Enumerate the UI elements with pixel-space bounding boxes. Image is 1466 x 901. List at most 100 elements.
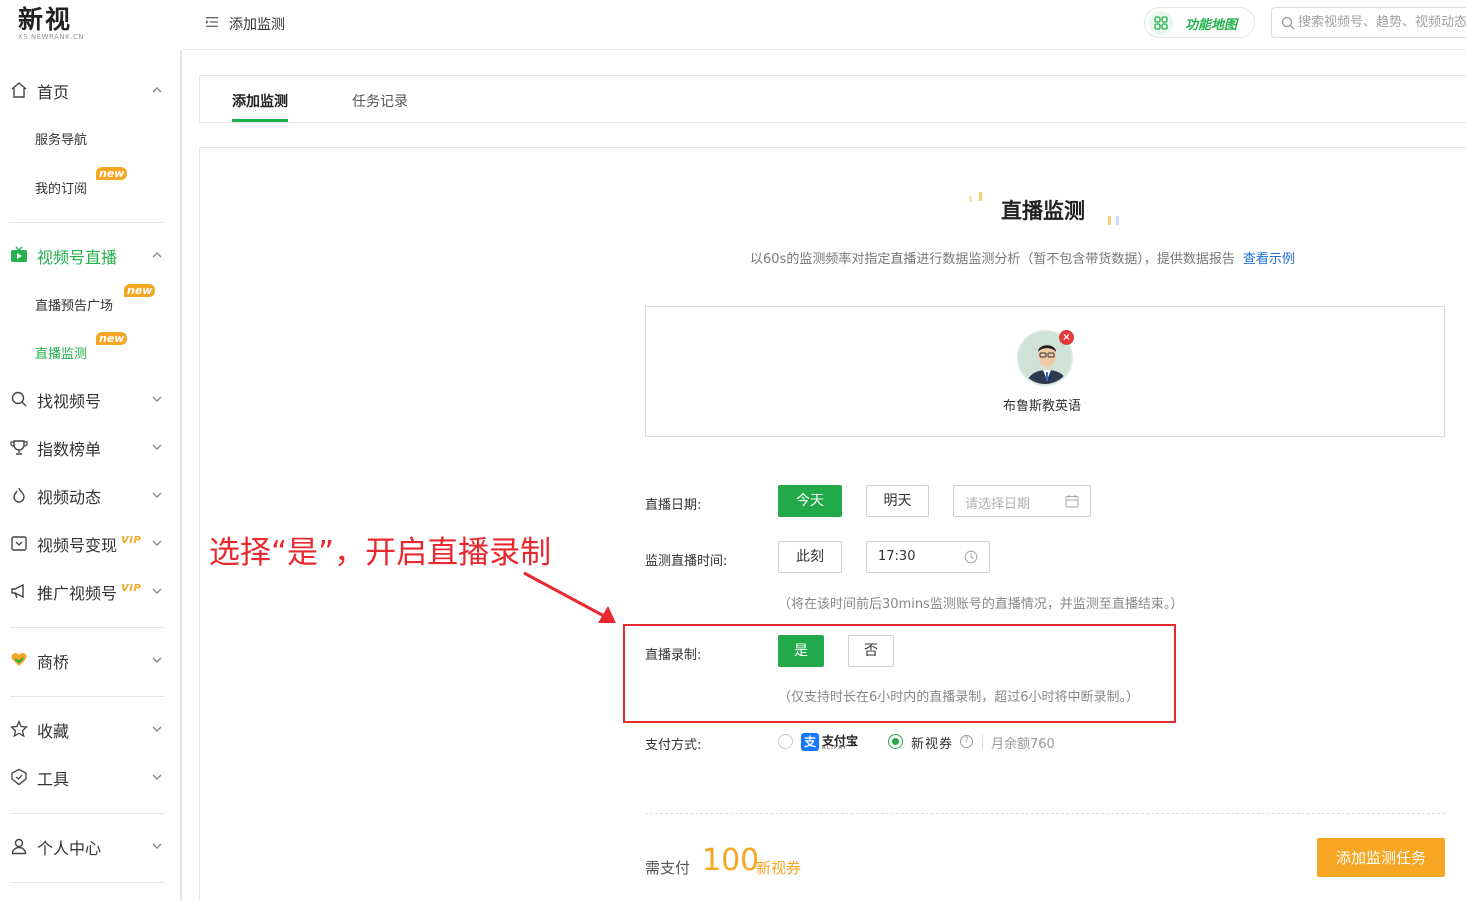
chevron-down-icon — [152, 588, 162, 594]
today-button[interactable]: 今天 — [778, 485, 842, 517]
remove-account-button[interactable]: × — [1059, 330, 1074, 345]
record-no-button[interactable]: 否 — [848, 635, 894, 667]
chevron-down-icon — [152, 843, 162, 849]
sidebar-item-label: 推广视频号 — [37, 584, 118, 603]
sidebar-item-label: 商桥 — [37, 653, 70, 672]
tab-label: 添加监测 — [232, 94, 288, 110]
chevron-up-icon — [152, 87, 162, 93]
chevron-down-icon — [152, 396, 162, 402]
search-box[interactable] — [1271, 7, 1466, 38]
chevron-down-icon — [152, 726, 162, 732]
heart-handshake-icon — [11, 652, 27, 666]
calendar-icon — [1065, 495, 1079, 508]
footer-divider — [645, 813, 1445, 814]
search-input[interactable] — [1298, 8, 1466, 37]
pay-unit: 新视券 — [756, 859, 802, 877]
sidebar-item-label: 视频号直播 — [37, 248, 118, 267]
add-monitor-task-button[interactable]: 添加监测任务 — [1317, 838, 1445, 877]
sidebar-item-find[interactable]: 找视频号 — [0, 381, 180, 417]
alipay-icon: 支 — [801, 733, 819, 751]
tomorrow-button[interactable]: 明天 — [866, 485, 929, 517]
sidebar-item-label: 工具 — [37, 770, 70, 789]
vip-badge: VIP — [121, 535, 142, 546]
alipay-sublabel: ALIPAY — [822, 745, 848, 751]
chevron-down-icon — [152, 540, 162, 546]
tab-label: 任务记录 — [352, 94, 408, 110]
function-map-button[interactable]: 功能地图 — [1144, 7, 1255, 38]
live-date-label: 直播日期: — [645, 498, 702, 513]
date-placeholder: 请选择日期 — [965, 497, 1031, 512]
sidebar-item-tools[interactable]: 工具 — [0, 759, 180, 795]
grid-icon — [1149, 11, 1173, 35]
sidebar-divider — [10, 882, 165, 883]
shield-tool-icon — [11, 768, 27, 786]
search-icon — [11, 391, 27, 407]
chevron-up-icon — [152, 252, 162, 258]
date-picker[interactable]: 请选择日期 — [953, 485, 1091, 517]
sidebar-item-dynamic[interactable]: 视频动态 — [0, 477, 180, 513]
payment-label: 支付方式: — [645, 738, 702, 753]
record-hint: （仅支持时长在6小时内的直播录制，超过6小时将中断录制。） — [778, 690, 1140, 705]
sidebar-item-label: 指数榜单 — [37, 440, 102, 459]
chevron-down-icon — [152, 492, 162, 498]
sidebar-item-label: 收藏 — [37, 722, 70, 741]
tab-add-monitor[interactable]: 添加监测 — [232, 76, 288, 122]
sidebar-item-profile[interactable]: 个人中心 — [0, 828, 180, 864]
sidebar-item-label: 我的订阅 — [35, 182, 88, 197]
logo-text: 新视 — [18, 5, 73, 34]
sidebar-item-label: 首页 — [37, 83, 70, 102]
sidebar-item-my-subscriptions[interactable]: 我的订阅 new — [0, 167, 180, 203]
sidebar-item-label: 直播监测 — [35, 347, 88, 362]
logo-subtext: XS.NEWRANK.CN — [18, 33, 85, 41]
annotation-arrow-icon — [523, 571, 616, 623]
pay-amount: 100 — [702, 843, 760, 878]
new-badge: new — [96, 332, 128, 345]
sidebar-item-label: 服务导航 — [35, 133, 88, 148]
alipay-radio[interactable] — [778, 734, 793, 749]
sidebar-item-promote[interactable]: 推广视频号 VIP — [0, 573, 180, 609]
now-button[interactable]: 此刻 — [778, 541, 842, 573]
sidebar-item-service-nav[interactable]: 服务导航 — [0, 124, 180, 154]
live-tv-icon — [11, 246, 27, 262]
menu-fold-icon[interactable] — [206, 16, 218, 28]
sidebar-item-label: 个人中心 — [37, 839, 102, 858]
coupon-balance: 月余额760 — [991, 737, 1055, 752]
sidebar-item-favorites[interactable]: 收藏 — [0, 711, 180, 747]
search-icon — [1281, 16, 1295, 30]
logo[interactable]: 新视 XS.NEWRANK.CN — [18, 5, 85, 42]
record-yes-button[interactable]: 是 — [778, 635, 824, 667]
sidebar-item-live-preview[interactable]: 直播预告广场 new — [0, 284, 180, 320]
chevron-down-icon — [152, 657, 162, 663]
star-icon — [10, 720, 28, 738]
active-tab-underline — [232, 119, 288, 122]
coupon-radio[interactable] — [888, 734, 903, 749]
title-decoration — [969, 196, 972, 202]
title-decoration — [1108, 216, 1111, 225]
separator — [982, 735, 983, 749]
wallet-icon — [11, 536, 27, 551]
sidebar-item-live-monitor[interactable]: 直播监测 new — [0, 332, 180, 368]
sidebar-item-label: 视频号变现 — [37, 536, 118, 555]
sidebar-item-index[interactable]: 指数榜单 — [0, 429, 180, 465]
trophy-icon — [10, 440, 28, 455]
sidebar-item-bridge[interactable]: 商桥 — [0, 642, 180, 678]
chevron-down-icon — [152, 774, 162, 780]
tab-task-records[interactable]: 任务记录 — [352, 76, 408, 122]
time-picker[interactable]: 17:30 — [866, 541, 990, 573]
sidebar-divider — [10, 813, 165, 814]
sidebar-item-home[interactable]: 首页 — [0, 72, 180, 108]
help-icon[interactable]: ? — [960, 735, 973, 748]
function-map-label: 功能地图 — [1185, 18, 1238, 33]
view-sample-link[interactable]: 查看示例 — [1243, 252, 1295, 267]
sidebar-item-live[interactable]: 视频号直播 — [0, 237, 180, 273]
page-title: 直播监测 — [1001, 199, 1085, 223]
time-hint: （将在该时间前后30mins监测账号的直播情况，并监测至直播结束。） — [778, 597, 1184, 612]
coupon-label: 新视券 — [911, 737, 954, 752]
sidebar-item-label: 直播预告广场 — [35, 299, 114, 314]
sidebar-item-label: 找视频号 — [37, 392, 102, 411]
top-header: 添加监测 功能地图 — [182, 0, 1466, 50]
new-badge: new — [124, 284, 156, 297]
clock-icon — [964, 550, 978, 564]
sidebar-item-monetize[interactable]: 视频号变现 VIP — [0, 525, 180, 561]
title-decoration — [979, 192, 982, 201]
